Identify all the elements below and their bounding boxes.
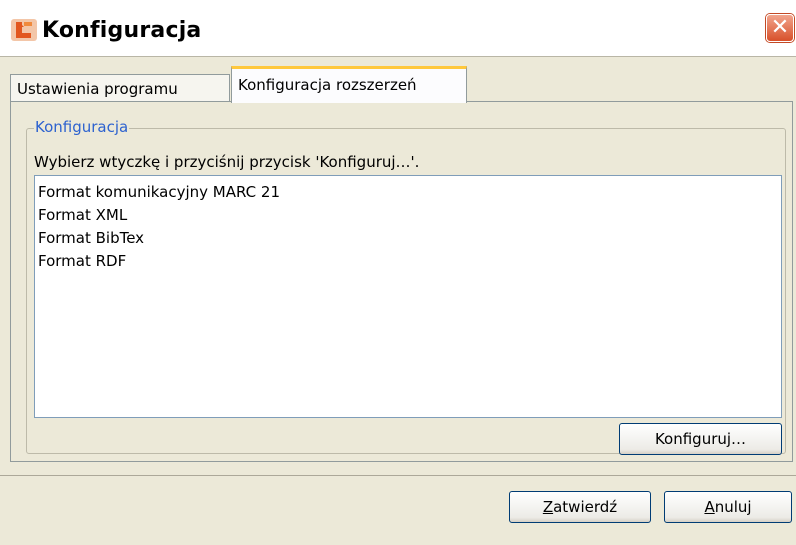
group-legend: Konfiguracja	[34, 118, 130, 136]
window-title: Konfiguracja	[42, 18, 202, 43]
footer-separator	[0, 475, 796, 476]
configure-button[interactable]: Konfiguruj…	[619, 423, 782, 455]
plugin-list[interactable]: Format komunikacyjny MARC 21 Format XML …	[34, 175, 782, 418]
title-bar[interactable]: Konfiguracja ✕	[0, 0, 796, 57]
instruction-text: Wybierz wtyczkę i przyciśnij przycisk 'K…	[34, 153, 420, 171]
list-item[interactable]: Format BibTex	[35, 227, 781, 250]
confirm-button[interactable]: Zatwierdź	[509, 491, 651, 523]
tab-program-settings[interactable]: Ustawienia programu	[10, 74, 230, 102]
cancel-button[interactable]: Anuluj	[664, 491, 792, 523]
close-icon: ✕	[770, 15, 790, 40]
list-item[interactable]: Format XML	[35, 204, 781, 227]
app-logo-icon	[11, 19, 37, 41]
dialog-window: Konfiguracja ✕ Ustawienia programu Konfi…	[0, 0, 796, 545]
tab-extension-config[interactable]: Konfiguracja rozszerzeń	[231, 66, 467, 103]
list-item[interactable]: Format komunikacyjny MARC 21	[35, 181, 781, 204]
list-item[interactable]: Format RDF	[35, 250, 781, 273]
close-button[interactable]: ✕	[766, 14, 794, 42]
